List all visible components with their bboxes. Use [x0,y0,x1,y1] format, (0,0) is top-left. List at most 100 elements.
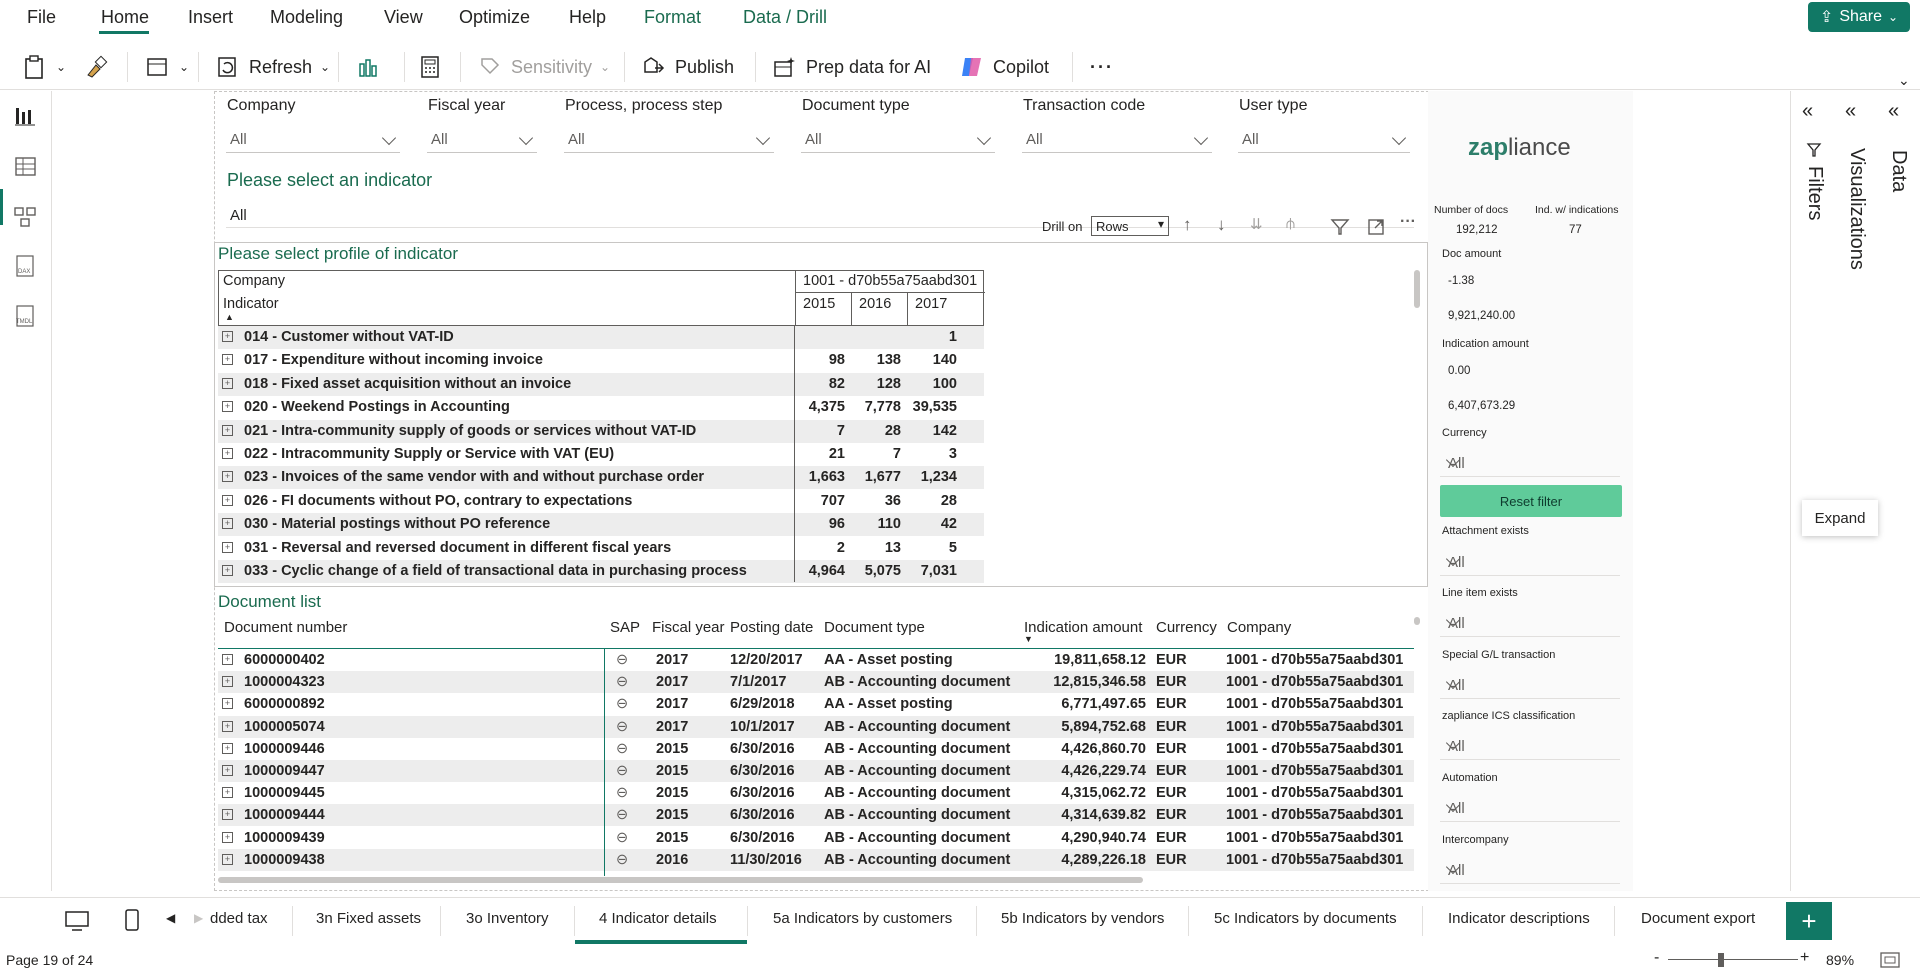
expand-row-icon[interactable]: + [222,654,233,665]
expand-row-icon[interactable]: + [222,565,233,576]
tab-fixed-assets[interactable]: 3n Fixed assets [316,910,421,927]
indicator-count-cell[interactable]: 1,677 [851,469,901,485]
mobile-layout-icon[interactable] [124,908,140,932]
indicator-count-cell[interactable]: 707 [795,493,845,509]
matrix-row[interactable]: +023 - Invoices of the same vendor with … [218,466,984,490]
matrix-scrollbar[interactable] [1414,270,1420,308]
menu-help[interactable]: Help [569,7,606,28]
menu-data-drill[interactable]: Data / Drill [743,7,827,28]
sap-link-icon[interactable]: ⊖ [616,763,628,779]
matrix-row[interactable]: +017 - Expenditure without incoming invo… [218,349,984,372]
tab-scroll-right-icon[interactable]: ▶ [194,911,203,925]
tab-document-export[interactable]: Document export [1641,910,1755,927]
document-type-dropdown[interactable]: All [801,127,995,153]
indicator-dropdown[interactable]: All [226,202,1414,228]
matrix-row[interactable]: +018 - Fixed asset acquisition without a… [218,372,984,396]
zoom-slider-thumb[interactable] [1718,953,1724,967]
table-row[interactable]: + ⊖ 1000009445 2015 6/30/2016 AB - Accounting… [218,782,1414,804]
expand-row-icon[interactable]: + [222,742,233,754]
indicator-count-cell[interactable]: 36 [851,493,901,509]
menu-home[interactable]: Home [101,7,149,28]
col-header-posting-date[interactable]: Posting date [730,619,813,636]
expand-row-icon[interactable]: + [222,787,233,799]
indicator-count-cell[interactable]: 28 [907,493,957,509]
expand-row-icon[interactable]: + [222,831,233,843]
doclist-vscrollbar[interactable] [1414,617,1420,625]
sap-link-icon[interactable]: ⊖ [616,852,628,868]
tmdl-view-icon[interactable]: TMDL [13,304,39,330]
visualizations-pane-label[interactable]: Visualizations [1845,148,1868,270]
sort-desc-icon[interactable]: ▼ [1024,634,1033,644]
sap-link-icon[interactable]: ⊖ [616,696,628,712]
indicator-count-cell[interactable]: 7 [851,446,901,462]
format-painter-button[interactable] [84,50,108,84]
company-dropdown[interactable]: All [226,127,400,153]
refresh-button[interactable]: Refresh ⌄ [215,50,330,84]
expand-row-icon[interactable]: + [222,541,233,553]
expand-row-icon[interactable]: + [222,401,233,413]
drill-on-select[interactable]: Rows ▾ [1091,216,1169,236]
zoom-out-icon[interactable]: - [1654,949,1659,967]
process-dropdown[interactable]: All [564,127,774,153]
sap-link-icon[interactable]: ⊖ [616,830,628,846]
col-header-document-type[interactable]: Document type [824,619,925,636]
sap-link-icon[interactable]: ⊖ [616,741,628,757]
indicator-count-cell[interactable]: 142 [907,423,957,439]
more-options-icon[interactable]: ··· [1400,213,1416,231]
tab-indicator-descriptions[interactable]: Indicator descriptions [1448,910,1590,927]
table-row[interactable]: + ⊖ 6000000892 2017 6/29/2018 AA - Asset post… [218,693,1414,715]
tab-scroll-left-icon[interactable]: ◀ [166,911,175,925]
doc-amount-min[interactable]: -1.38 [1448,275,1474,287]
indicator-count-cell[interactable]: 110 [851,516,901,532]
sensitivity-button[interactable]: Sensitivity ⌄ [477,50,610,84]
currency-dropdown[interactable]: All [1440,449,1620,477]
expand-data-icon[interactable]: « [1888,100,1899,123]
expand-row-icon[interactable]: + [222,809,233,821]
menu-view[interactable]: View [384,7,423,28]
expand-row-icon[interactable]: + [222,698,233,710]
matrix-row[interactable]: +020 - Weekend Postings in Accounting 4,3… [218,396,984,419]
sap-link-icon[interactable]: ⊖ [616,674,628,690]
indicator-count-cell[interactable]: 5,075 [851,563,901,579]
menu-modeling[interactable]: Modeling [270,7,343,28]
col-header-indication-amount[interactable]: Indication amount [1024,619,1142,636]
expand-row-icon[interactable]: + [222,448,233,459]
drill-down-icon[interactable]: ↓ [1217,215,1226,235]
table-row[interactable]: + ⊖ 6000000402 2017 12/20/2017 AA - Asset pos… [218,649,1414,671]
expand-all-icon[interactable]: ⫛ [1286,215,1295,232]
matrix-row[interactable]: +026 - FI documents without PO, contrary… [218,490,984,513]
sap-link-icon[interactable]: ⊖ [616,807,628,823]
menu-optimize[interactable]: Optimize [459,7,530,28]
indicator-count-cell[interactable]: 7,778 [851,399,901,415]
matrix-row[interactable]: +022 - Intracommunity Supply or Service … [218,443,984,466]
menu-insert[interactable]: Insert [188,7,233,28]
menu-file[interactable]: File [27,7,56,28]
matrix-row[interactable]: +021 - Intra-community supply of goods o… [218,419,984,443]
automation-dropdown[interactable]: All [1440,794,1620,822]
ind-amount-min[interactable]: 0.00 [1448,365,1470,377]
matrix-row[interactable]: +030 - Material postings without PO refe… [218,513,984,537]
col-header-company[interactable]: Company [1227,619,1291,636]
user-type-dropdown[interactable]: All [1238,127,1410,153]
model-view-icon[interactable] [13,204,39,230]
new-measure-button[interactable] [417,50,443,84]
indicator-count-cell[interactable]: 7 [795,423,845,439]
expand-row-icon[interactable]: + [222,354,233,366]
prep-data-ai-button[interactable]: Prep data for AI [772,50,931,84]
indicator-count-cell[interactable]: 82 [795,376,845,392]
indicator-count-cell[interactable]: 96 [795,516,845,532]
indicator-count-cell[interactable]: 39,535 [907,399,957,415]
indicator-count-cell[interactable]: 98 [795,352,845,368]
expand-row-icon[interactable]: + [222,853,233,865]
col-header-fiscal-year[interactable]: Fiscal year [652,619,725,636]
col-header-document-number[interactable]: Document number [224,619,347,636]
indicator-count-cell[interactable]: 4,375 [795,399,845,415]
dax-query-icon[interactable]: DAX [13,254,39,280]
table-row[interactable]: + ⊖ 1000004323 2017 7/1/2017 AB - Accounting … [218,671,1414,694]
expand-row-icon[interactable]: + [222,471,233,483]
indicator-count-cell[interactable]: 128 [851,376,901,392]
ics-classification-dropdown[interactable]: All [1440,732,1620,760]
expand-next-level-icon[interactable]: ⇊ [1250,215,1263,233]
table-row[interactable]: + ⊖ 1000009447 2015 6/30/2016 AB - Accounting… [218,760,1414,782]
drill-up-icon[interactable]: ↑ [1183,215,1192,235]
